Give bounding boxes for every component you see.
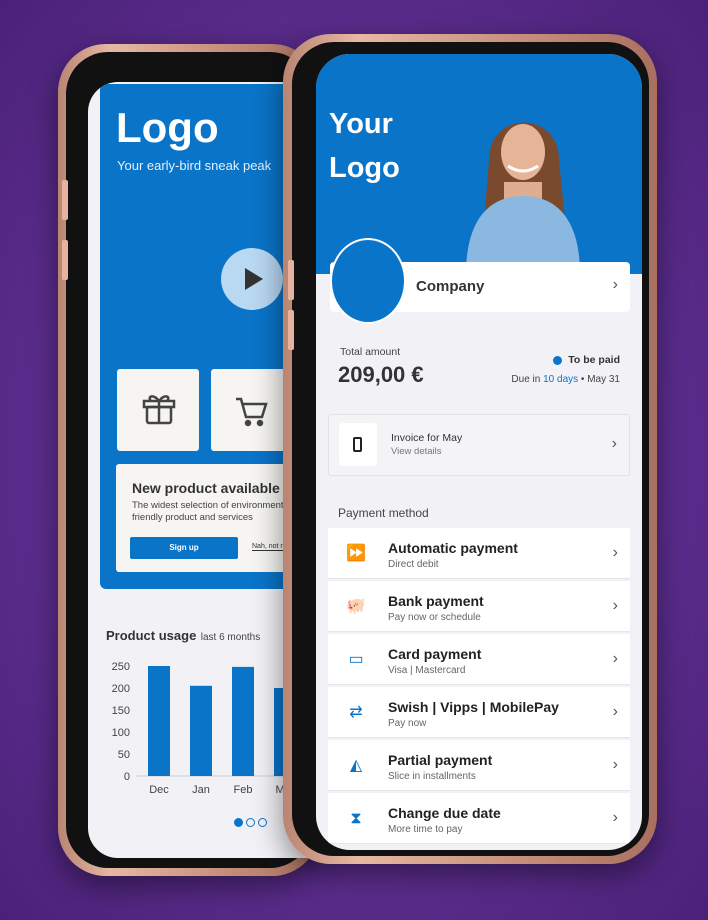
tile-cart[interactable] (211, 369, 293, 451)
total-label: Total amount (340, 346, 401, 358)
logo: Logo (116, 104, 219, 151)
usage-title: Product usage (106, 628, 197, 643)
chevron-right-icon: › (611, 435, 617, 452)
bar (232, 666, 254, 776)
method-title: Partial payment (388, 752, 493, 768)
due-info: Due in 10 days • May 31 (511, 374, 620, 385)
pizza-slice-icon: ◭ (349, 757, 363, 774)
tagline: Your early-bird sneak peak (117, 158, 272, 173)
status-text: To be paid (568, 354, 620, 366)
side-button (62, 240, 68, 280)
page-dot[interactable] (258, 818, 267, 827)
promo-body-2: friendly product and services (132, 512, 253, 523)
swap-icon: ⇄ (349, 704, 363, 721)
method-sub: Direct debit (388, 559, 439, 570)
play-icon (245, 268, 263, 290)
direct-debit-icon: ⏩ (346, 545, 366, 562)
side-button (62, 180, 68, 220)
right-phone-screen: Your Logo Company › Total amount 209,00 … (316, 54, 642, 850)
chevron-right-icon: › (612, 650, 618, 667)
invoice-title: Invoice for May (391, 432, 463, 444)
chevron-right-icon: › (612, 597, 618, 614)
brand-logo: Your Logo (329, 102, 400, 190)
method-title: Card payment (388, 646, 482, 662)
y-tick-label: 200 (112, 683, 130, 695)
logo-line-1: Your (329, 108, 393, 140)
method-title: Change due date (388, 805, 501, 821)
payment-status: To be paid (553, 354, 620, 366)
method-sub: More time to pay (388, 824, 463, 835)
method-sub: Slice in installments (388, 771, 476, 782)
method-sub: Pay now or schedule (388, 612, 481, 623)
company-avatar (330, 238, 406, 324)
y-tick-label: 0 (124, 771, 130, 783)
person-photo (466, 122, 580, 274)
credit-card-icon: ▭ (348, 651, 364, 668)
method-title: Bank payment (388, 593, 484, 609)
phone-icon (339, 423, 377, 466)
logo-line-2: Logo (329, 152, 400, 184)
hourglass-icon: ⧗ (350, 810, 362, 827)
total-amount: 209,00 € (338, 362, 424, 387)
bar (148, 666, 170, 776)
bar (190, 685, 212, 776)
piggy-bank-icon: 🐖 (346, 598, 366, 615)
payment-method-item[interactable]: ⇄ Swish | Vipps | MobilePay Pay now › (328, 687, 630, 738)
cart-icon (236, 397, 268, 427)
side-button (288, 310, 294, 350)
due-date: • May 31 (578, 374, 620, 385)
payment-method-item[interactable]: ◭ Partial payment Slice in installments … (328, 740, 630, 791)
method-sub: Pay now (388, 718, 427, 729)
chevron-right-icon: › (612, 544, 618, 561)
payment-method-item[interactable]: ⧗ Change due date More time to pay › (328, 793, 630, 844)
x-tick-label: Feb (234, 784, 253, 796)
y-tick-label: 250 (112, 661, 130, 673)
page-dot[interactable] (234, 818, 243, 827)
payment-method-title: Payment method (338, 506, 429, 520)
y-tick-label: 150 (112, 705, 130, 717)
play-button[interactable] (221, 248, 283, 310)
due-prefix: Due in (511, 374, 544, 385)
tile-gift[interactable] (117, 369, 199, 451)
promo-body-1: The widest selection of environmentally (132, 500, 298, 511)
chevron-right-icon: › (612, 809, 618, 826)
payment-method-item[interactable]: ▭ Card payment Visa | Mastercard › (328, 634, 630, 685)
x-tick-label: Jan (192, 784, 210, 796)
x-tick-label: Dec (149, 784, 169, 796)
invoice-card[interactable]: Invoice for May View details › (328, 414, 630, 476)
invoice-sub: View details (391, 446, 442, 457)
y-tick-label: 50 (118, 749, 130, 761)
sign-up-button[interactable]: Sign up (130, 537, 238, 559)
method-title: Swish | Vipps | MobilePay (388, 699, 559, 715)
chevron-right-icon: › (612, 276, 618, 293)
usage-heading: Product usage last 6 months (106, 627, 260, 645)
method-title: Automatic payment (388, 540, 518, 556)
chevron-right-icon: › (612, 756, 618, 773)
chevron-right-icon: › (612, 703, 618, 720)
page-dot[interactable] (246, 818, 255, 827)
company-name: Company (416, 278, 485, 295)
promo-title: New product available (132, 480, 280, 496)
method-sub: Visa | Mastercard (388, 665, 466, 676)
page-indicator (234, 818, 267, 827)
side-button (288, 260, 294, 300)
gift-icon (142, 395, 176, 425)
payment-method-item[interactable]: 🐖 Bank payment Pay now or schedule › (328, 581, 630, 632)
status-dot-icon (553, 355, 563, 365)
usage-subtitle: last 6 months (200, 632, 261, 643)
payment-method-item[interactable]: ⏩ Automatic payment Direct debit › (328, 528, 630, 579)
due-days: 10 days (543, 374, 579, 385)
y-tick-label: 100 (112, 727, 130, 739)
